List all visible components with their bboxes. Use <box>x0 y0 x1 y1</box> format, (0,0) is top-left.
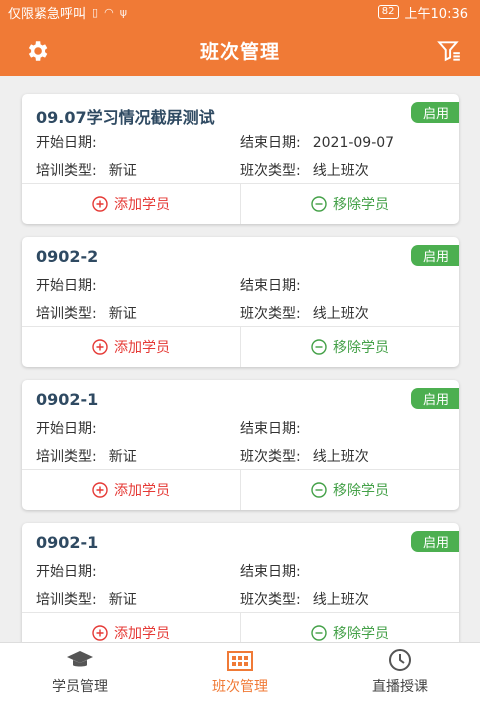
add-student-button[interactable]: 添加学员 <box>22 470 241 510</box>
class-card[interactable]: 0902-1 启用 开始日期: 结束日期: 培训类型: 新证 班次类型: 线上班次 … <box>22 523 459 642</box>
class-type-row: 班次类型: 线上班次 <box>240 306 369 322</box>
class-type-row: 班次类型: 线上班次 <box>240 449 369 465</box>
start-date-row: 开始日期: <box>36 421 97 437</box>
minus-circle-icon <box>311 482 327 498</box>
remove-student-label: 移除学员 <box>333 340 389 356</box>
remove-student-button[interactable]: 移除学员 <box>241 613 459 642</box>
training-type-row: 培训类型: 新证 <box>36 592 137 608</box>
status-badge: 启用 <box>410 388 459 409</box>
end-date-row: 结束日期: <box>240 564 301 580</box>
card-actions: 添加学员 移除学员 <box>22 612 459 642</box>
signal-icon: ▯ <box>92 5 99 19</box>
start-date-row: 开始日期: <box>36 135 97 151</box>
battery-indicator: 82 <box>377 5 399 19</box>
plus-circle-icon <box>92 625 108 641</box>
end-date-row: 结束日期: <box>240 278 301 294</box>
building-icon <box>227 651 253 671</box>
minus-circle-icon <box>311 339 327 355</box>
card-actions: 添加学员 移除学员 <box>22 183 459 224</box>
remove-student-button[interactable]: 移除学员 <box>241 327 459 367</box>
add-student-label: 添加学员 <box>114 483 170 499</box>
tab-live-teaching[interactable]: 直播授课 <box>320 643 480 701</box>
status-badge: 启用 <box>410 102 459 123</box>
gear-icon[interactable] <box>24 38 50 64</box>
tab-class-management[interactable]: 班次管理 <box>160 643 320 701</box>
plus-circle-icon <box>92 196 108 212</box>
class-name: 0902-1 <box>36 533 99 552</box>
tab-student-management[interactable]: 学员管理 <box>0 643 160 701</box>
card-actions: 添加学员 移除学员 <box>22 469 459 510</box>
class-name: 0902-2 <box>36 247 99 266</box>
usb-icon: ψ <box>119 5 127 19</box>
card-actions: 添加学员 移除学员 <box>22 326 459 367</box>
remove-student-label: 移除学员 <box>333 197 389 213</box>
remove-student-button[interactable]: 移除学员 <box>241 184 459 224</box>
add-student-button[interactable]: 添加学员 <box>22 613 241 642</box>
minus-circle-icon <box>311 196 327 212</box>
plus-circle-icon <box>92 482 108 498</box>
class-name: 09.07学习情况截屏测试 <box>36 108 215 127</box>
class-name: 0902-1 <box>36 390 99 409</box>
plus-circle-icon <box>92 339 108 355</box>
tab-label: 学员管理 <box>52 679 108 695</box>
page-title: 班次管理 <box>199 40 280 63</box>
filter-icon[interactable] <box>436 38 462 64</box>
end-date-row: 结束日期: 2021-09-07 <box>240 135 395 151</box>
training-type-row: 培训类型: 新证 <box>36 449 137 465</box>
tab-label: 直播授课 <box>372 679 428 695</box>
class-card[interactable]: 0902-2 启用 开始日期: 结束日期: 培训类型: 新证 班次类型: 线上班次 … <box>22 237 459 367</box>
start-date-row: 开始日期: <box>36 278 97 294</box>
graduation-cap-icon <box>67 651 93 667</box>
add-student-label: 添加学员 <box>114 197 170 213</box>
wifi-icon: ◠ <box>104 5 114 19</box>
class-type-row: 班次类型: 线上班次 <box>240 163 369 179</box>
minus-circle-icon <box>311 625 327 641</box>
class-card[interactable]: 09.07学习情况截屏测试 启用 开始日期: 结束日期: 2021-09-07 培… <box>22 94 459 224</box>
status-badge: 启用 <box>410 531 459 552</box>
status-badge: 启用 <box>410 245 459 266</box>
app-bar: 班次管理 <box>0 24 480 76</box>
start-date-row: 开始日期: <box>36 564 97 580</box>
bottom-tab-bar: 学员管理 班次管理 直播授课 <box>0 642 480 701</box>
tab-label: 班次管理 <box>212 679 268 695</box>
clock-icon <box>389 649 411 671</box>
status-bar: 仅限紧急呼叫 ▯ ◠ ψ 82 上午10:36 <box>0 0 480 24</box>
class-list[interactable]: 09.07学习情况截屏测试 启用 开始日期: 结束日期: 2021-09-07 培… <box>0 76 480 642</box>
add-student-label: 添加学员 <box>114 626 170 642</box>
class-card[interactable]: 0902-1 启用 开始日期: 结束日期: 培训类型: 新证 班次类型: 线上班次 … <box>22 380 459 510</box>
remove-student-label: 移除学员 <box>333 626 389 642</box>
remove-student-label: 移除学员 <box>333 483 389 499</box>
add-student-button[interactable]: 添加学员 <box>22 184 241 224</box>
carrier-text: 仅限紧急呼叫 <box>8 6 87 22</box>
clock-time: 上午10:36 <box>404 6 468 22</box>
add-student-label: 添加学员 <box>114 340 170 356</box>
training-type-row: 培训类型: 新证 <box>36 306 137 322</box>
training-type-row: 培训类型: 新证 <box>36 163 137 179</box>
class-type-row: 班次类型: 线上班次 <box>240 592 369 608</box>
add-student-button[interactable]: 添加学员 <box>22 327 241 367</box>
remove-student-button[interactable]: 移除学员 <box>241 470 459 510</box>
end-date-row: 结束日期: <box>240 421 301 437</box>
